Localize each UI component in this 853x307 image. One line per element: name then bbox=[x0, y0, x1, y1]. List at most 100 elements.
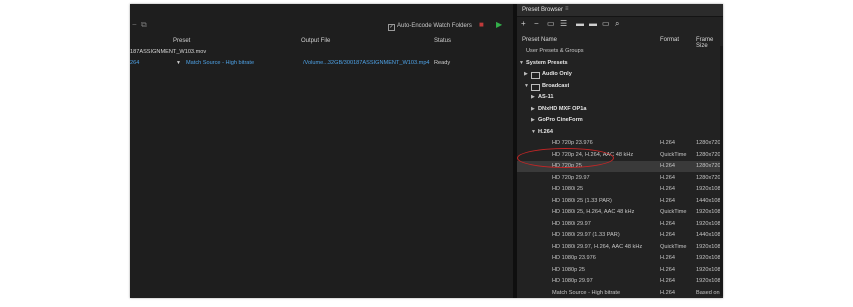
preset-group-row[interactable]: ▼ H.264 bbox=[517, 127, 723, 138]
source-name: 187ASSIGNMENT_W103.mov bbox=[130, 49, 207, 55]
preset-frame-size: 1280x720 bbox=[696, 140, 721, 146]
queue-header: Preset Output File Status bbox=[130, 37, 513, 47]
preset-group-row[interactable]: ▶ Audio Only bbox=[517, 69, 723, 80]
preset-dropdown-icon[interactable]: ▼ bbox=[176, 58, 181, 68]
collapse-right-icon[interactable]: ▶ bbox=[531, 92, 535, 103]
preset-row[interactable]: Match Source - High bitrate H.264 Based on bbox=[517, 288, 723, 299]
preset-row[interactable]: HD 1080p 25 H.264 1920x108 bbox=[517, 265, 723, 276]
category-icon bbox=[531, 72, 540, 79]
search-icon[interactable]: ⌕ bbox=[615, 20, 619, 28]
col-format[interactable]: Format bbox=[660, 37, 679, 43]
export-icon[interactable]: ▬ bbox=[589, 20, 597, 28]
col-output-file[interactable]: Output File bbox=[301, 38, 330, 44]
preset-name: Match Source - High bitrate bbox=[552, 289, 621, 296]
preset-row[interactable]: HD 1080i 29.97, H.264, AAC 48 kHz QuickTi… bbox=[517, 242, 723, 253]
preset-format: H.264 bbox=[660, 174, 675, 181]
expand-down-icon[interactable]: ▼ bbox=[531, 127, 536, 138]
duplicate-icon[interactable]: ⧉ bbox=[141, 21, 147, 29]
checkbox-icon[interactable]: ✓ bbox=[388, 24, 395, 31]
expand-down-icon[interactable]: ▼ bbox=[524, 81, 529, 92]
preset-frame-size: 1920x108 bbox=[696, 266, 721, 273]
preset-frame-size: 1920x108 bbox=[696, 186, 721, 192]
panel-menu-icon[interactable]: ≡ bbox=[565, 6, 569, 12]
preset-format: H.264 bbox=[660, 266, 675, 273]
preset-name: HD 1080i 29.97, H.264, AAC 48 kHz bbox=[552, 243, 643, 250]
queue-panel: − ⧉ ✓ Auto-Encode Watch Folders ■ ▶ Prese… bbox=[130, 4, 513, 298]
preset-header: Preset Name Format Frame Size bbox=[517, 35, 723, 49]
preset-row[interactable]: HD 720p 23.976 H.264 1280x720 bbox=[517, 138, 723, 149]
preset-format: H.264 bbox=[660, 278, 675, 284]
preset-browser-panel: Preset Browser ≡ + − ▭ ☰ ▬ ▬ ▭ ⌕ Preset … bbox=[517, 4, 723, 298]
start-queue-button[interactable]: ▶ bbox=[496, 21, 502, 29]
preset-frame-size: 1280x720 bbox=[696, 151, 721, 158]
col-preset[interactable]: Preset bbox=[173, 38, 190, 44]
preset-row[interactable]: HD 1080i 25, H.264, AAC 48 kHz QuickTime 1… bbox=[517, 207, 723, 218]
preset-frame-size: 1440x108 bbox=[696, 232, 721, 238]
new-group-icon[interactable]: ▭ bbox=[547, 20, 555, 28]
preset-format: H.264 bbox=[660, 289, 675, 296]
auto-encode-label: Auto-Encode Watch Folders bbox=[397, 23, 472, 29]
preset-name: GoPro CineForm bbox=[538, 117, 583, 123]
collapse-right-icon[interactable]: ▶ bbox=[524, 69, 528, 80]
preset-row[interactable]: HD 720p 29.97 H.264 1280x720 bbox=[517, 173, 723, 184]
preset-name: HD 1080i 25 (1.33 PAR) bbox=[552, 197, 612, 204]
preset-format: QuickTime bbox=[660, 151, 687, 158]
preset-frame-size: 1920x108 bbox=[696, 278, 721, 284]
collapse-right-icon[interactable]: ▶ bbox=[531, 104, 535, 115]
preset-row[interactable]: HD 1080i 25 (1.33 PAR) H.264 1440x108 bbox=[517, 196, 723, 207]
remove-icon[interactable]: − bbox=[132, 21, 137, 29]
remove-preset-icon[interactable]: − bbox=[534, 20, 539, 28]
preset-frame-size: 1440x108 bbox=[696, 197, 721, 204]
add-preset-icon[interactable]: + bbox=[521, 20, 526, 28]
preset-name: HD 1080p 23.976 bbox=[552, 255, 596, 261]
preset-toolbar: + − ▭ ☰ ▬ ▬ ▭ ⌕ bbox=[517, 17, 723, 32]
preset-row[interactable]: HD 1080p 23.976 H.264 1920x108 bbox=[517, 253, 723, 264]
annotation-ellipse bbox=[517, 148, 614, 168]
media-encoder-window: − ⧉ ✓ Auto-Encode Watch Folders ■ ▶ Prese… bbox=[130, 4, 723, 298]
preset-frame-size: 1920x108 bbox=[696, 243, 721, 250]
preset-name: HD 1080i 25, H.264, AAC 48 kHz bbox=[552, 209, 635, 215]
job-format[interactable]: 264 bbox=[130, 58, 139, 68]
col-status[interactable]: Status bbox=[434, 38, 451, 44]
job-output-file[interactable]: /Volume...32GB/300187ASSIGNMENT_W103.mp4 bbox=[303, 58, 430, 68]
preset-browser-title: Preset Browser bbox=[522, 7, 564, 13]
preset-name: HD 1080p 25 bbox=[552, 266, 585, 273]
import-icon[interactable]: ▬ bbox=[576, 20, 584, 28]
preset-browser-tab[interactable]: Preset Browser ≡ bbox=[517, 4, 723, 17]
col-preset-name[interactable]: Preset Name bbox=[522, 37, 557, 43]
queue-source-row[interactable]: 187ASSIGNMENT_W103.mov bbox=[130, 47, 513, 57]
preset-name: AS-11 bbox=[538, 94, 554, 100]
preset-row[interactable]: HD 1080p 29.97 H.264 1920x108 bbox=[517, 276, 723, 287]
preset-row[interactable]: HD 1080i 29.97 (1.33 PAR) H.264 1440x108 bbox=[517, 230, 723, 241]
preset-frame-size: 1920x108 bbox=[696, 220, 721, 227]
preset-name: HD 1080i 25 bbox=[552, 186, 584, 192]
preset-row[interactable]: HD 1080i 29.97 H.264 1920x108 bbox=[517, 219, 723, 230]
job-preset[interactable]: Match Source - High bitrate bbox=[186, 58, 254, 68]
folder-icon[interactable]: ▭ bbox=[602, 20, 610, 28]
preset-name: User Presets & Groups bbox=[526, 48, 584, 54]
settings-icon[interactable]: ☰ bbox=[560, 20, 567, 28]
expand-down-icon[interactable]: ▼ bbox=[519, 58, 524, 69]
preset-name: HD 1080i 29.97 (1.33 PAR) bbox=[552, 232, 620, 238]
preset-name: H.264 bbox=[538, 128, 553, 135]
category-icon bbox=[531, 83, 540, 91]
preset-name: HD 1080i 29.97 bbox=[552, 220, 591, 227]
preset-group-row[interactable]: ▼ System Presets bbox=[517, 58, 723, 69]
stop-queue-button[interactable]: ■ bbox=[479, 21, 486, 29]
auto-encode-toggle[interactable]: ✓ Auto-Encode Watch Folders bbox=[388, 22, 472, 31]
preset-group-row[interactable]: ▶ AS-11 bbox=[517, 92, 723, 103]
preset-group-row[interactable]: ▶ GoPro CineForm bbox=[517, 115, 723, 126]
preset-row[interactable]: User Presets & Groups bbox=[517, 46, 723, 57]
queue-job-row[interactable]: 264 ▼ Match Source - High bitrate /Volum… bbox=[130, 58, 513, 68]
preset-format: H.264 bbox=[660, 186, 675, 192]
preset-group-row[interactable]: ▶ DNxHD MXF OP1a bbox=[517, 104, 723, 115]
preset-format: QuickTime bbox=[660, 243, 687, 250]
collapse-right-icon[interactable]: ▶ bbox=[531, 115, 535, 126]
preset-row[interactable]: HD 1080i 25 H.264 1920x108 bbox=[517, 184, 723, 195]
preset-format: H.264 bbox=[660, 255, 675, 261]
preset-frame-size: Based on bbox=[696, 289, 720, 296]
preset-frame-size: 1920x108 bbox=[696, 255, 721, 261]
preset-group-row[interactable]: ▼ Broadcast bbox=[517, 81, 723, 92]
scrollbar[interactable] bbox=[720, 46, 723, 296]
preset-format: H.264 bbox=[660, 163, 675, 169]
